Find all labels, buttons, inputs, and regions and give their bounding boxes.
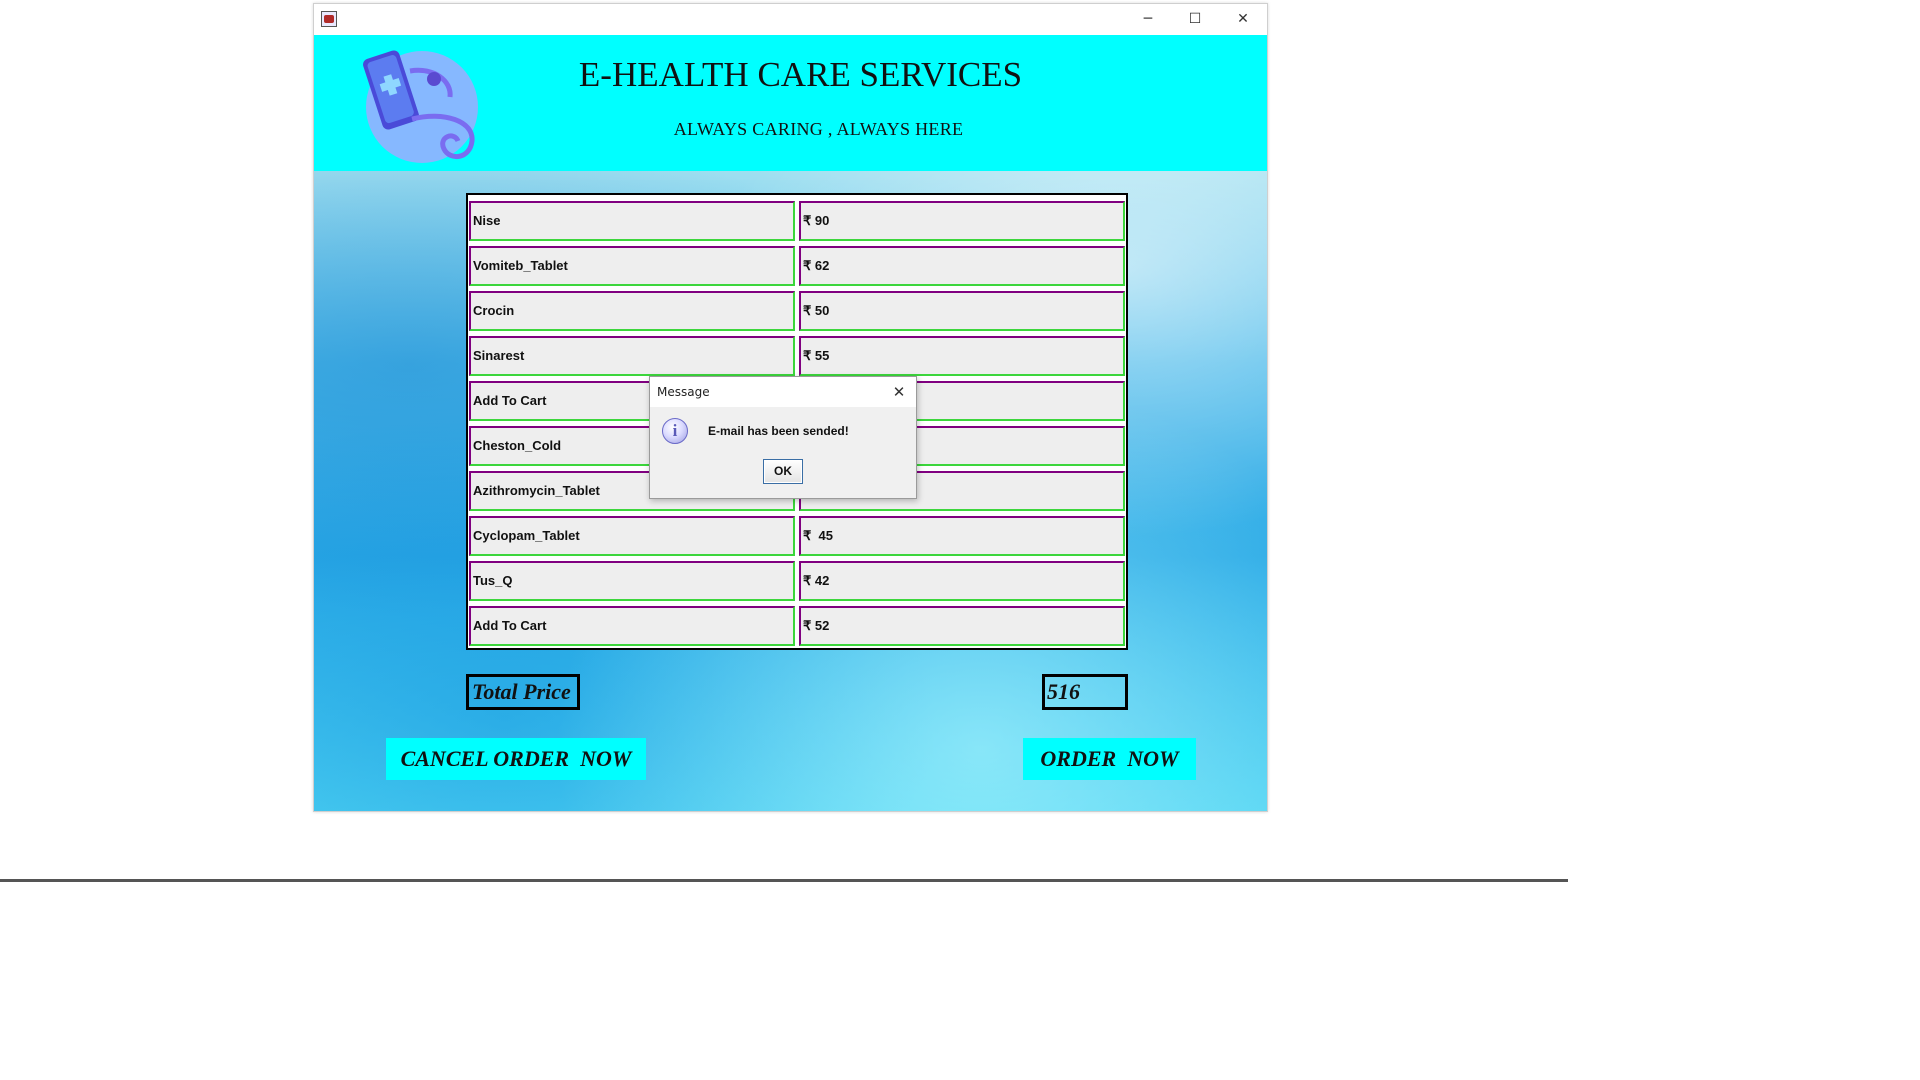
medicine-name-cell[interactable]: Vomiteb_Tablet (469, 246, 795, 286)
medicine-price-cell[interactable]: ₹ 45 (799, 516, 1125, 556)
medicine-price-cell[interactable]: ₹ 55 (799, 336, 1125, 376)
app-subtitle: ALWAYS CARING , ALWAYS HERE (673, 119, 964, 139)
total-price-label: Total Price (466, 674, 580, 710)
dialog-message: E-mail has been sended! (708, 424, 849, 438)
close-button[interactable]: ✕ (1220, 4, 1266, 35)
medicine-price-cell[interactable]: ₹ 50 (799, 291, 1125, 331)
dialog-close-button[interactable]: ✕ (886, 377, 912, 407)
add-to-cart-button[interactable]: Add To Cart (469, 606, 795, 646)
taskbar-edge (0, 879, 1568, 882)
app-title: E-HEALTH CARE SERVICES (578, 55, 1023, 94)
medicine-price-cell[interactable]: ₹ 52 (799, 606, 1125, 646)
order-now-button[interactable]: ORDER NOW (1023, 738, 1196, 780)
title-bar[interactable]: ─ ☐ ✕ (314, 4, 1267, 35)
medicine-price-cell[interactable]: ₹ 62 (799, 246, 1125, 286)
info-icon: i (662, 418, 688, 444)
medicine-name-cell[interactable]: Sinarest (469, 336, 795, 376)
maximize-button[interactable]: ☐ (1172, 4, 1218, 35)
medicine-name-cell[interactable]: Crocin (469, 291, 795, 331)
message-dialog: Message ✕ i E-mail has been sended! OK (649, 376, 917, 499)
medicine-price-cell[interactable]: ₹ 90 (799, 201, 1125, 241)
medicine-name-cell[interactable]: Tus_Q (469, 561, 795, 601)
app-header: E-HEALTH CARE SERVICES ALWAYS CARING , A… (314, 35, 1267, 171)
dialog-title: Message (657, 385, 710, 399)
cancel-order-button[interactable]: CANCEL ORDER NOW (386, 738, 646, 780)
medicine-name-cell[interactable]: Nise (469, 201, 795, 241)
minimize-button[interactable]: ─ (1125, 4, 1171, 35)
ok-button[interactable]: OK (763, 459, 803, 484)
total-price-value: 516 (1042, 674, 1128, 710)
medicine-price-cell[interactable]: ₹ 42 (799, 561, 1125, 601)
java-app-icon (321, 11, 337, 27)
medicine-name-cell[interactable]: Cyclopam_Tablet (469, 516, 795, 556)
dialog-title-bar[interactable]: Message ✕ (650, 377, 916, 407)
